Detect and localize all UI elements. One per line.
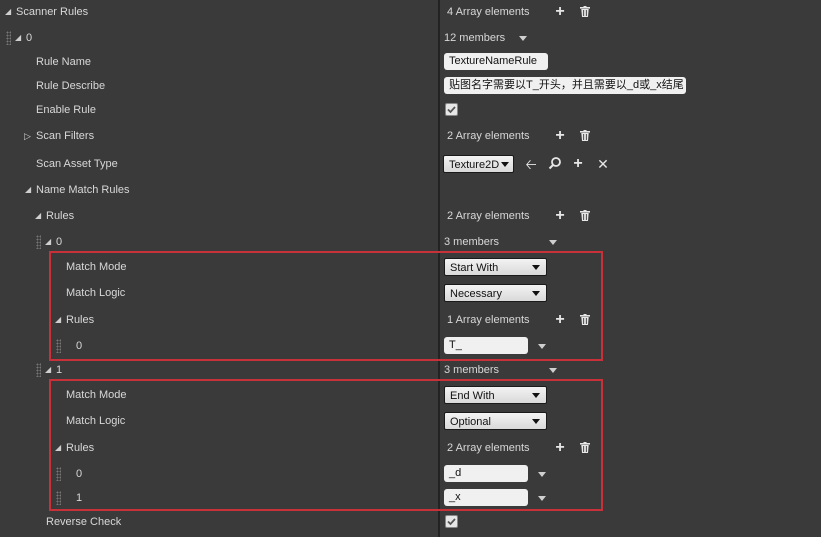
row-inner-rule-0: 0 T_	[0, 334, 821, 358]
dropdown-arrow-icon	[532, 419, 540, 424]
rules-label: Rules	[46, 210, 75, 222]
match-mode-label: Match Mode	[66, 261, 127, 273]
inner-rules-summary: 2 Array elements	[447, 442, 530, 454]
inner-rule-value-input[interactable]: _d	[444, 465, 528, 482]
element-summary[interactable]: 12 members	[444, 26, 528, 50]
add-icon[interactable]: +	[552, 128, 568, 144]
scanner-rules-summary: 4 Array elements	[447, 6, 530, 18]
collapse-triangle-icon[interactable]: ◢	[25, 178, 31, 202]
drag-grip-icon[interactable]	[56, 467, 61, 481]
delete-icon[interactable]	[580, 6, 590, 17]
match-logic-label: Match Logic	[66, 287, 126, 299]
row-inner-rules: ◢ Rules 2 Array elements +	[0, 436, 821, 460]
dropdown-arrow-icon[interactable]	[519, 35, 528, 41]
scan-filters-summary: 2 Array elements	[447, 130, 530, 142]
row-rules: ◢ Rules 2 Array elements +	[0, 204, 821, 228]
collapse-triangle-icon[interactable]: ◢	[35, 204, 41, 228]
collapse-triangle-icon[interactable]: ◢	[5, 0, 11, 24]
scan-asset-type-label: Scan Asset Type	[36, 158, 118, 170]
row-match-logic: Match Logic Optional	[0, 409, 821, 433]
dropdown-arrow-icon[interactable]	[538, 472, 546, 477]
drag-grip-icon[interactable]	[36, 235, 41, 249]
dropdown-arrow-icon[interactable]	[538, 344, 546, 349]
dropdown-arrow-icon[interactable]	[538, 496, 546, 501]
delete-icon[interactable]	[580, 314, 590, 325]
reverse-check-label: Reverse Check	[46, 516, 122, 528]
row-rule-describe: Rule Describe 贴图名字需要以T_开头，并且需要以_d或_x结尾	[0, 74, 821, 98]
row-reverse-check: Reverse Check	[0, 510, 821, 534]
match-mode-dropdown[interactable]: End With	[444, 386, 547, 404]
row-scan-asset-type: Scan Asset Type Texture2D 🡠 + ✕	[0, 152, 821, 176]
row-scan-filters: ▷ Scan Filters 2 Array elements +	[0, 124, 821, 148]
inner-rule-index: 0	[76, 340, 83, 352]
dropdown-arrow-icon	[501, 162, 509, 167]
dropdown-arrow-icon	[532, 393, 540, 398]
inner-rule-value-input[interactable]: _x	[444, 489, 528, 506]
dropdown-arrow-icon[interactable]	[549, 367, 558, 373]
drag-grip-icon[interactable]	[6, 31, 11, 45]
element-index: 0	[26, 32, 33, 44]
rule-describe-label: Rule Describe	[36, 80, 106, 92]
row-name-match-rules: ◢ Name Match Rules	[0, 178, 821, 202]
checkmark-icon	[447, 106, 456, 114]
reverse-check-checkbox[interactable]	[445, 515, 458, 528]
use-selected-icon[interactable]: 🡠	[523, 156, 539, 172]
dropdown-arrow-icon[interactable]	[549, 239, 558, 245]
delete-icon[interactable]	[580, 210, 590, 221]
match-mode-dropdown[interactable]: Start With	[444, 258, 547, 276]
inner-rules-label: Rules	[66, 442, 95, 454]
row-scanner-rules: ◢ Scanner Rules 4 Array elements +	[0, 0, 821, 24]
inner-rule-index: 0	[76, 468, 83, 480]
add-icon[interactable]: +	[552, 312, 568, 328]
delete-icon[interactable]	[580, 442, 590, 453]
dropdown-arrow-icon	[532, 291, 540, 296]
match-logic-dropdown[interactable]: Necessary	[444, 284, 547, 302]
add-icon[interactable]: +	[552, 440, 568, 456]
drag-grip-icon[interactable]	[36, 363, 41, 377]
match-logic-dropdown[interactable]: Optional	[444, 412, 547, 430]
row-match-mode: Match Mode End With	[0, 383, 821, 407]
add-icon[interactable]: +	[552, 4, 568, 20]
row-match-mode: Match Mode Start With	[0, 255, 821, 279]
enable-rule-checkbox[interactable]	[445, 103, 458, 116]
name-match-rules-label: Name Match Rules	[36, 184, 130, 196]
rules-summary: 2 Array elements	[447, 210, 530, 222]
match-logic-label: Match Logic	[66, 415, 126, 427]
inner-rules-label: Rules	[66, 314, 95, 326]
collapse-triangle-icon[interactable]: ◢	[55, 308, 61, 332]
enable-rule-label: Enable Rule	[36, 104, 96, 116]
collapse-triangle-icon[interactable]: ◢	[15, 26, 21, 50]
add-icon[interactable]: +	[570, 156, 586, 172]
match-mode-label: Match Mode	[66, 389, 127, 401]
collapse-triangle-icon[interactable]: ◢	[55, 436, 61, 460]
add-icon[interactable]: +	[552, 208, 568, 224]
row-inner-rule-1: 1 _x	[0, 486, 821, 510]
rule-name-label: Rule Name	[36, 56, 92, 68]
row-match-logic: Match Logic Necessary	[0, 281, 821, 305]
inner-rules-summary: 1 Array elements	[447, 314, 530, 326]
scanner-rules-label: Scanner Rules	[16, 6, 89, 18]
row-element-0: ◢ 0 12 members	[0, 26, 821, 50]
inner-rule-value-input[interactable]: T_	[444, 337, 528, 354]
inner-rule-index: 1	[76, 492, 83, 504]
row-inner-rule-0: 0 _d	[0, 462, 821, 486]
drag-grip-icon[interactable]	[56, 339, 61, 353]
browse-icon[interactable]	[547, 156, 563, 172]
row-inner-rules: ◢ Rules 1 Array elements +	[0, 308, 821, 332]
expand-triangle-icon[interactable]: ▷	[24, 124, 31, 148]
row-enable-rule: Enable Rule	[0, 98, 821, 122]
scan-filters-label: Scan Filters	[36, 130, 95, 142]
delete-icon[interactable]	[580, 130, 590, 141]
rule-describe-input[interactable]: 贴图名字需要以T_开头，并且需要以_d或_x结尾	[444, 77, 686, 94]
rule-name-input[interactable]: TextureNameRule	[444, 53, 548, 70]
scan-asset-type-dropdown[interactable]: Texture2D	[443, 155, 514, 173]
row-rule-name: Rule Name TextureNameRule	[0, 50, 821, 74]
clear-icon[interactable]: ✕	[595, 156, 611, 172]
checkmark-icon	[447, 518, 456, 526]
dropdown-arrow-icon	[532, 265, 540, 270]
drag-grip-icon[interactable]	[56, 491, 61, 505]
